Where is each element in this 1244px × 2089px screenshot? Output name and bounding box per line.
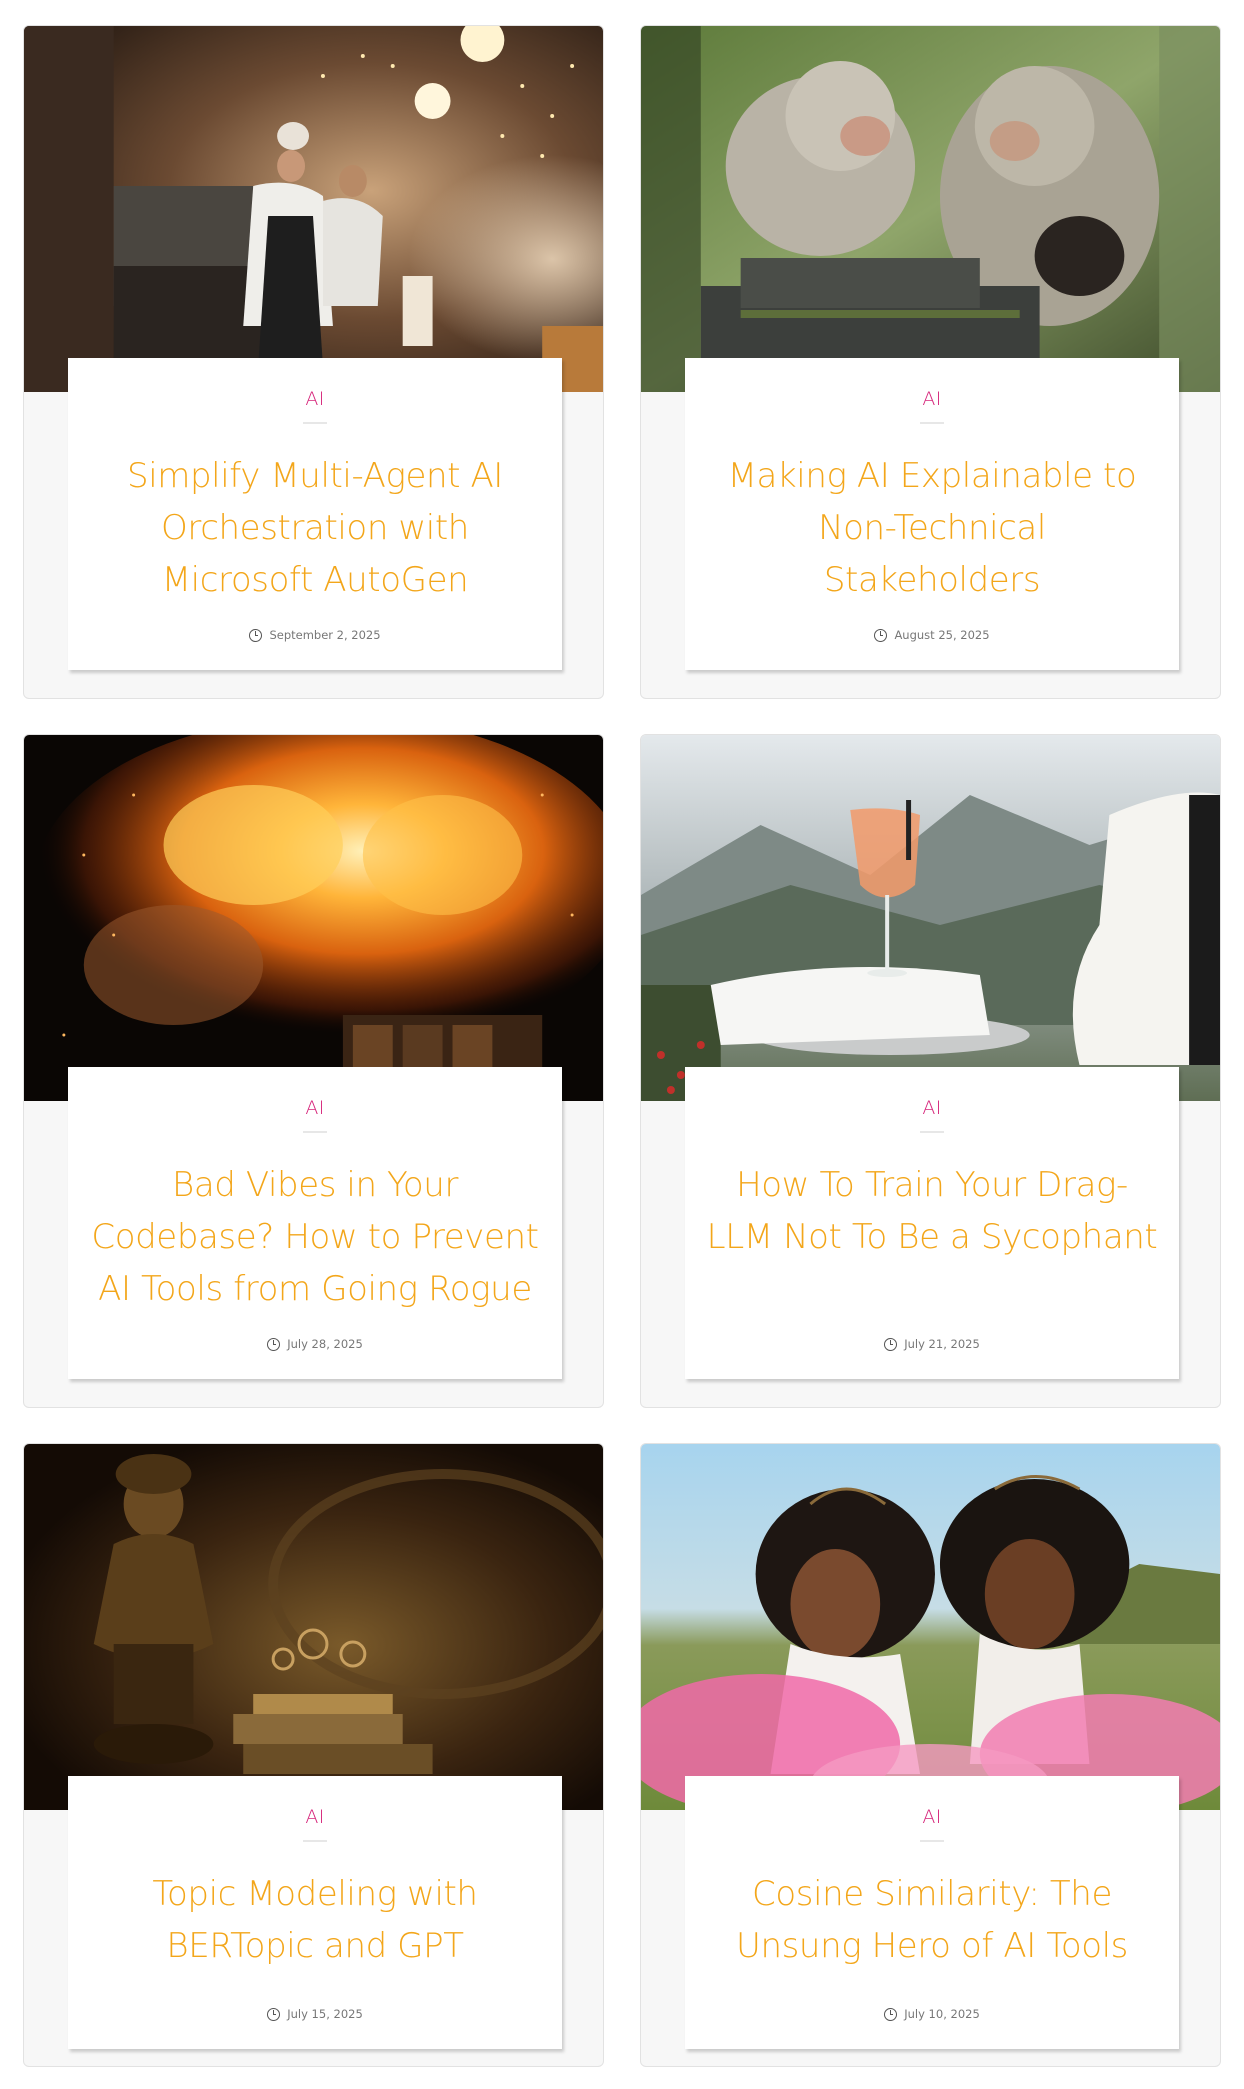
- post-title-link[interactable]: Bad Vibes in Your Codebase? How to Preve…: [88, 1159, 542, 1315]
- post-meta: July 21, 2025: [685, 1337, 1179, 1351]
- category-divider: [920, 1131, 944, 1133]
- post-content: AI How To Train Your Drag-LLM Not To Be …: [685, 1067, 1179, 1379]
- category-divider: [303, 1840, 327, 1842]
- post-card[interactable]: AI Topic Modeling with BERTopic and GPT …: [23, 1443, 604, 2067]
- post-card[interactable]: AI How To Train Your Drag-LLM Not To Be …: [640, 734, 1221, 1408]
- post-meta: July 10, 2025: [685, 2007, 1179, 2021]
- post-date: September 2, 2025: [269, 628, 381, 642]
- clock-icon: [884, 2007, 898, 2021]
- post-thumbnail-cocktail[interactable]: [641, 735, 1220, 1101]
- clock-icon: [884, 1337, 898, 1351]
- post-content: AI Cosine Similarity: The Unsung Hero of…: [685, 1776, 1179, 2049]
- post-content: AI Topic Modeling with BERTopic and GPT …: [68, 1776, 562, 2049]
- girls-crowns-image: [641, 1444, 1220, 1810]
- post-content: AI Simplify Multi-Agent AI Orchestration…: [68, 358, 562, 670]
- category-link[interactable]: AI: [68, 388, 562, 410]
- post-thumbnail-kitchen[interactable]: [24, 26, 603, 392]
- kitchen-chefs-image: [24, 26, 603, 392]
- clock-icon: [874, 628, 888, 642]
- category-link[interactable]: AI: [685, 1806, 1179, 1828]
- post-content: AI Making AI Explainable to Non-Technica…: [685, 358, 1179, 670]
- clock-icon: [249, 628, 263, 642]
- category-divider: [303, 1131, 327, 1133]
- category-divider: [303, 422, 327, 424]
- post-thumbnail-girls[interactable]: [641, 1444, 1220, 1810]
- category-divider: [920, 1840, 944, 1842]
- category-link[interactable]: AI: [68, 1806, 562, 1828]
- post-date: July 10, 2025: [904, 2007, 980, 2021]
- post-date: July 21, 2025: [904, 1337, 980, 1351]
- category-link[interactable]: AI: [685, 1097, 1179, 1119]
- post-card[interactable]: AI Bad Vibes in Your Codebase? How to Pr…: [23, 734, 604, 1408]
- post-content: AI Bad Vibes in Your Codebase? How to Pr…: [68, 1067, 562, 1379]
- category-link[interactable]: AI: [68, 1097, 562, 1119]
- clock-icon: [267, 2007, 281, 2021]
- post-date: July 15, 2025: [287, 2007, 363, 2021]
- post-meta: August 25, 2025: [685, 628, 1179, 642]
- post-card[interactable]: AI Simplify Multi-Agent AI Orchestration…: [23, 25, 604, 699]
- monkeys-image: [641, 26, 1220, 392]
- post-meta: July 15, 2025: [68, 2007, 562, 2021]
- post-meta: July 28, 2025: [68, 1337, 562, 1351]
- post-title-link[interactable]: Making AI Explainable to Non-Technical S…: [705, 450, 1159, 606]
- post-title-link[interactable]: Topic Modeling with BERTopic and GPT: [88, 1868, 542, 1972]
- post-thumbnail-monkeys[interactable]: [641, 26, 1220, 392]
- category-link[interactable]: AI: [685, 388, 1179, 410]
- post-date: August 25, 2025: [894, 628, 990, 642]
- fire-image: [24, 735, 603, 1101]
- post-title-link[interactable]: How To Train Your Drag-LLM Not To Be a S…: [705, 1159, 1159, 1263]
- category-divider: [920, 422, 944, 424]
- post-card[interactable]: AI Cosine Similarity: The Unsung Hero of…: [640, 1443, 1221, 2067]
- post-title-link[interactable]: Cosine Similarity: The Unsung Hero of AI…: [705, 1868, 1159, 1972]
- post-title-link[interactable]: Simplify Multi-Agent AI Orchestration wi…: [88, 450, 542, 606]
- post-thumbnail-fire[interactable]: [24, 735, 603, 1101]
- post-meta: September 2, 2025: [68, 628, 562, 642]
- post-thumbnail-statue[interactable]: [24, 1444, 603, 1810]
- clock-icon: [267, 1337, 281, 1351]
- cocktail-tray-image: [641, 735, 1220, 1101]
- post-date: July 28, 2025: [287, 1337, 363, 1351]
- statue-bust-image: [24, 1444, 603, 1810]
- post-card[interactable]: AI Making AI Explainable to Non-Technica…: [640, 25, 1221, 699]
